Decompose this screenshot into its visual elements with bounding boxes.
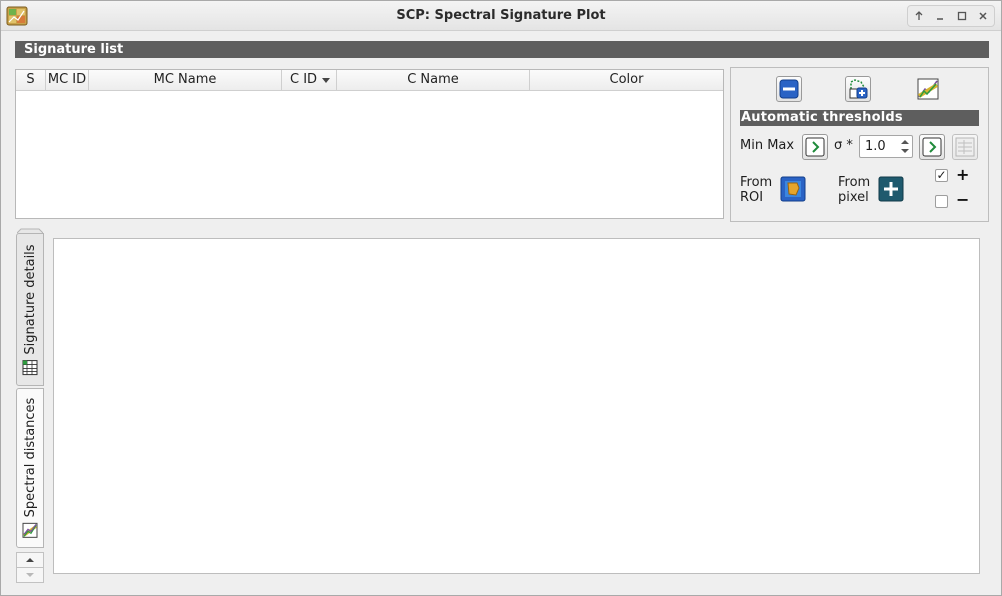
from-roi-label: From ROI [740, 175, 773, 205]
column-header-mc-id[interactable]: MC ID [46, 70, 89, 91]
min-max-label: Min Max [740, 138, 795, 153]
from-pixel-label: From pixel [838, 175, 871, 205]
table-header: S MC ID MC Name C ID C Name Color [16, 70, 723, 91]
sort-descending-icon [322, 78, 330, 83]
tab-scroll-down-button[interactable] [16, 567, 44, 583]
spectral-distance-icon [22, 522, 38, 538]
subtract-threshold-checkbox[interactable] [935, 195, 948, 208]
close-icon[interactable] [974, 7, 992, 25]
title-bar: SCP: Spectral Signature Plot [1, 1, 1001, 31]
edit-signature-values-button[interactable] [952, 134, 978, 160]
signature-values-icon [955, 137, 975, 157]
remove-signature-icon [779, 79, 799, 99]
tab-signature-details[interactable]: Signature details [16, 233, 44, 386]
column-header-c-id[interactable]: C ID [282, 70, 337, 91]
up-icon[interactable] [910, 7, 928, 25]
plot-button[interactable] [914, 75, 942, 103]
run-arrow-icon [805, 137, 825, 157]
signature-tools-panel: Automatic thresholds Min Max σ * 1.0 Fro… [730, 67, 989, 222]
sigma-threshold-button[interactable] [919, 134, 945, 160]
add-threshold-checkbox[interactable]: ✓ [935, 169, 948, 182]
minimize-icon[interactable] [931, 7, 949, 25]
maximize-icon[interactable] [953, 7, 971, 25]
column-header-color[interactable]: Color [530, 70, 723, 91]
arrow-down-icon [26, 573, 34, 577]
sigma-value: 1.0 [865, 139, 886, 154]
sigma-label: σ * [834, 138, 853, 153]
tab-scroll-up-button[interactable] [16, 552, 44, 568]
column-header-c-name[interactable]: C Name [337, 70, 530, 91]
add-to-signature-list-icon [849, 79, 868, 99]
window-title: SCP: Spectral Signature Plot [396, 8, 606, 23]
pixel-threshold-icon [878, 176, 904, 202]
plus-label: + [956, 165, 970, 184]
signature-table-icon [22, 359, 38, 375]
plot-icon [917, 78, 939, 100]
tab-spectral-distances[interactable]: Spectral distances [16, 388, 44, 548]
from-pixel-button[interactable] [877, 175, 905, 203]
roi-threshold-icon [780, 176, 806, 202]
signature-table[interactable]: S MC ID MC Name C ID C Name Color [15, 69, 724, 219]
spin-up-arrow-icon[interactable] [901, 140, 909, 144]
sigma-multiplier-spinbox[interactable]: 1.0 [859, 135, 913, 158]
automatic-thresholds-header: Automatic thresholds [740, 110, 979, 126]
from-roi-button[interactable] [779, 175, 807, 203]
spin-down-arrow-icon[interactable] [901, 149, 909, 153]
minus-label: − [956, 190, 970, 209]
remove-signature-button[interactable] [776, 76, 802, 102]
column-header-s[interactable]: S [16, 70, 46, 91]
spectral-distances-content [53, 238, 980, 574]
arrow-up-icon [26, 558, 34, 562]
min-max-threshold-button[interactable] [802, 134, 828, 160]
column-header-mc-name[interactable]: MC Name [89, 70, 282, 91]
spectral-signature-plot-window: SCP: Spectral Signature Plot Signature l… [0, 0, 1002, 596]
add-to-signature-list-button[interactable] [845, 76, 871, 102]
checkmark-icon: ✓ [936, 168, 947, 182]
signature-list-header: Signature list [15, 41, 989, 58]
window-controls [907, 5, 995, 27]
run-arrow-icon [922, 137, 942, 157]
